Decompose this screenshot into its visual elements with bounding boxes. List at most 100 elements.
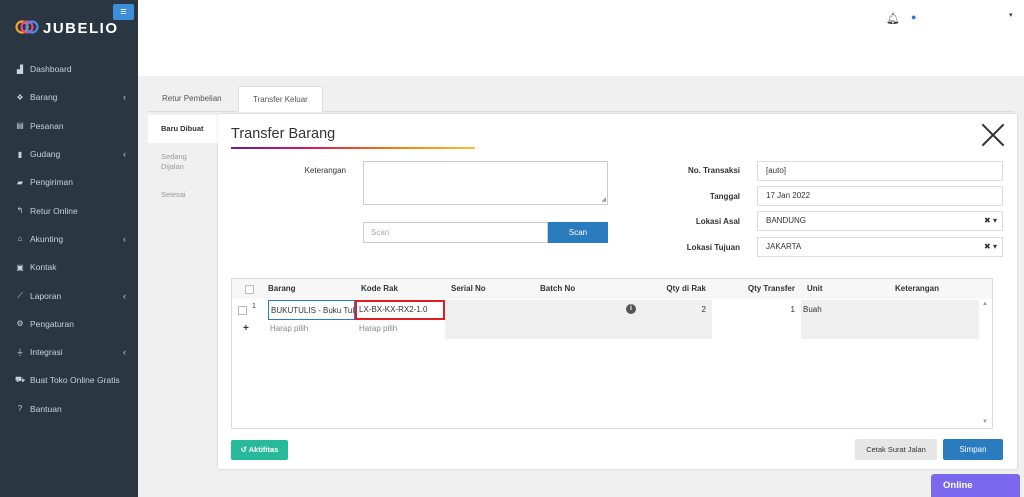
chart-area-icon: ▟ (16, 64, 24, 74)
sidebar-item-label: Gudang (30, 149, 61, 160)
aktifitas-label: Aktifitas (248, 445, 279, 454)
bell-icon[interactable]: 🔔︎ (886, 12, 900, 25)
topbar: 🔔︎ ● ▾ (138, 0, 1024, 76)
sidebar-item-label: Pesanan (30, 120, 64, 131)
jubelio-logo-icon (15, 20, 39, 34)
barang-cell[interactable]: BUKUTULIS - Buku Tulis (268, 300, 355, 320)
kode-rak-highlight (355, 300, 445, 320)
aktifitas-button[interactable]: ↺ Aktifitas (231, 440, 288, 460)
sidebar-item-bantuan[interactable]: ? Bantuan (0, 395, 138, 423)
unit-cell[interactable]: Buah (801, 300, 889, 320)
address-card-icon: ▣ (16, 262, 24, 272)
sidebar-nav: ▟ Dashboard ❖ Barang ‹ ▤ Pesanan ▮ Gudan… (0, 55, 138, 423)
row-checkbox[interactable] (238, 306, 247, 315)
sidebar-item-gudang[interactable]: ▮ Gudang ‹ (0, 140, 138, 168)
col-header-unit: Unit (801, 279, 889, 299)
sidebar-item-pengiriman[interactable]: ▰ Pengiriman (0, 168, 138, 196)
truck-icon: ▰ (16, 177, 24, 187)
serial-no-cell[interactable] (445, 300, 534, 320)
question-circle-icon: ? (17, 404, 23, 414)
sidebar-item-label: Kontak (30, 262, 57, 273)
lokasi-tujuan-select[interactable]: JAKARTA ✖ ▾ (757, 237, 1003, 257)
sidebar-item-pesanan[interactable]: ▤ Pesanan (0, 112, 138, 140)
sidebar-item-label: Bantuan (30, 403, 62, 414)
sidebar-item-label: Laporan (30, 290, 62, 301)
tab-sedang-dijalan[interactable]: Sedang Dijalan (148, 152, 203, 172)
col-header-serial-no: Serial No (445, 279, 534, 299)
caret-down-icon[interactable]: ▾ (1009, 11, 1013, 19)
chevron-left-icon: ‹ (123, 290, 126, 301)
sidebar-item-label: Buat Toko Online Gratis (30, 375, 120, 386)
sidebar-item-retur-online[interactable]: ↰ Retur Online (0, 196, 138, 224)
col-header-batch-no: Batch No (534, 279, 622, 299)
tab-baru-dibuat[interactable]: Baru Dibuat (148, 115, 218, 143)
sidebar-item-label: Akunting (30, 233, 64, 244)
kode-rak-picker[interactable]: Harap pilih (356, 319, 445, 339)
scroll-down-icon[interactable]: ▼ (982, 419, 988, 425)
clear-dropdown-icon[interactable]: ✖ ▾ (984, 238, 997, 256)
sidebar-item-integrasi[interactable]: ⏚ Integrasi ‹ (0, 338, 138, 366)
tanggal-field[interactable]: 17 Jan 2022 (757, 186, 1003, 206)
chevron-left-icon: ‹ (123, 347, 126, 358)
no-transaksi-field[interactable]: [auto] (757, 161, 1003, 181)
barang-picker[interactable]: Harap pilih (268, 319, 355, 339)
add-row-icon[interactable]: + (243, 319, 257, 339)
tab-transfer-keluar[interactable]: Transfer Keluar (238, 86, 323, 112)
modal-title: Transfer Barang (231, 126, 336, 142)
tab-selesai[interactable]: Selesai (148, 190, 218, 199)
chevron-left-icon: ‹ (123, 92, 126, 103)
close-icon[interactable] (980, 122, 1006, 148)
keterangan-label: Keterangan (304, 166, 346, 175)
hamburger-icon[interactable]: ≡ (113, 4, 134, 20)
simpan-button[interactable]: Simpan (943, 439, 1003, 460)
history-icon: ↺ (240, 445, 249, 454)
keterangan-textarea[interactable]: ◢ (363, 161, 608, 205)
col-header-barang: Barang (262, 279, 357, 299)
sidebar-item-kontak[interactable]: ▣ Kontak (0, 253, 138, 281)
sidebar-item-akunting[interactable]: ⌂ Akunting ‹ (0, 225, 138, 253)
sidebar-item-laporan[interactable]: ⟋ Laporan ‹ (0, 281, 138, 309)
title-underline (231, 147, 475, 149)
sidebar-item-pengaturan[interactable]: ⚙ Pengaturan (0, 310, 138, 338)
cart-icon: ⛟ (15, 375, 26, 385)
sidebar-item-label: Retur Online (30, 205, 78, 216)
status-tabs: Baru Dibuat Sedang Dijalan Selesai (148, 113, 218, 497)
gears-icon: ⚙ (16, 319, 24, 329)
cetak-surat-jalan-button[interactable]: Cetak Surat Jalan (855, 439, 937, 460)
inbox-icon: ▤ (16, 121, 24, 131)
transfer-modal: Transfer Barang Keterangan ◢ Scan Scan N… (218, 114, 1017, 469)
sidebar-item-buat-toko[interactable]: ⛟ Buat Toko Online Gratis (0, 366, 138, 394)
sidebar-item-barang[interactable]: ❖ Barang ‹ (0, 83, 138, 111)
sidebar-item-label: Barang (30, 92, 58, 103)
sidebar-item-dashboard[interactable]: ▟ Dashboard (0, 55, 138, 83)
lokasi-asal-value: BANDUNG (766, 216, 807, 225)
select-all-checkbox[interactable] (245, 285, 254, 294)
keterangan-cell[interactable] (889, 300, 979, 320)
chevron-left-icon: ‹ (123, 149, 126, 160)
lokasi-tujuan-value: JAKARTA (766, 242, 802, 251)
lokasi-tujuan-label: Lokasi Tujuan (686, 243, 740, 252)
sidebar-item-label: Integrasi (30, 347, 63, 358)
sidebar-item-label: Pengaturan (30, 318, 74, 329)
info-icon[interactable]: i (626, 304, 636, 314)
clear-dropdown-icon[interactable]: ✖ ▾ (984, 212, 997, 230)
col-header-keterangan: Keterangan (889, 279, 992, 299)
lokasi-asal-select[interactable]: BANDUNG ✖ ▾ (757, 211, 1003, 231)
resize-grip-icon[interactable]: ◢ (601, 196, 606, 203)
sidebar-item-label: Dashboard (30, 64, 72, 75)
scroll-up-icon[interactable]: ▲ (982, 301, 988, 307)
lokasi-asal-label: Lokasi Asal (695, 217, 740, 226)
sidebar: JUBELIO ≡ ▟ Dashboard ❖ Barang ‹ ▤ Pesan… (0, 0, 138, 497)
qty-transfer-cell[interactable]: 1 (712, 300, 801, 320)
tanggal-label: Tanggal (709, 192, 740, 201)
user-icon[interactable]: ● (911, 12, 916, 22)
batch-no-cell[interactable] (534, 300, 622, 320)
tab-retur-pembelian[interactable]: Retur Pembelian (148, 86, 236, 112)
sidebar-item-label: Pengiriman (30, 177, 73, 188)
scan-input[interactable]: Scan (363, 222, 548, 243)
scan-button[interactable]: Scan (548, 222, 608, 243)
online-status-badge[interactable]: Online (931, 474, 1020, 497)
building-icon: ▮ (17, 149, 23, 159)
cubes-icon: ❖ (16, 92, 24, 102)
line-chart-icon: ⟋ (17, 290, 23, 300)
